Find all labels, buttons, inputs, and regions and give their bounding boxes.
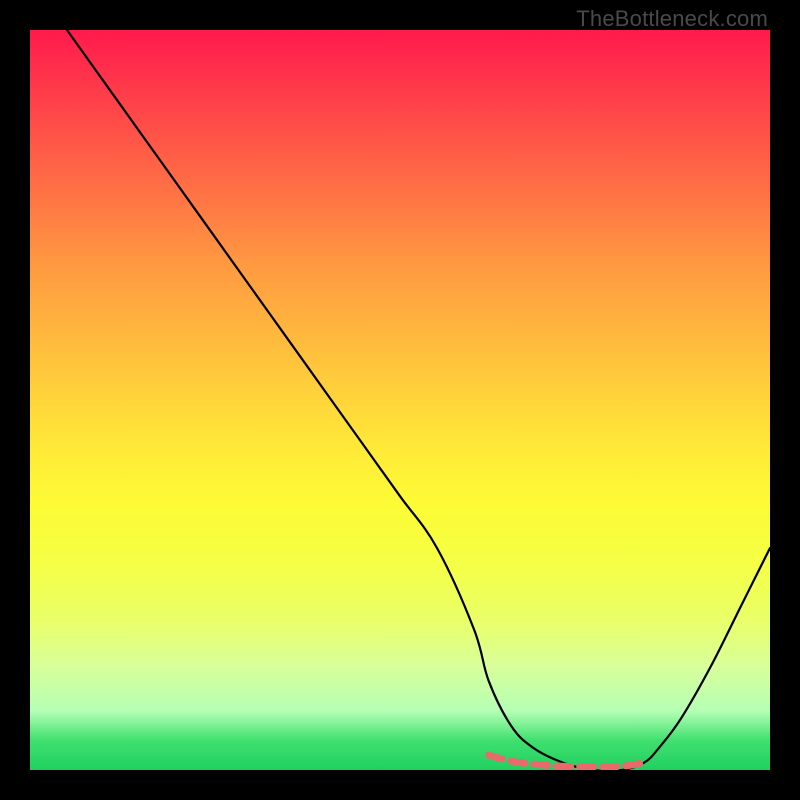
chart-frame: TheBottleneck.com xyxy=(0,0,800,800)
bottleneck-curve-path xyxy=(67,30,770,770)
highlight-segment-path xyxy=(489,755,644,767)
watermark-text: TheBottleneck.com xyxy=(576,6,768,32)
plot-area xyxy=(30,30,770,770)
curve-svg xyxy=(30,30,770,770)
